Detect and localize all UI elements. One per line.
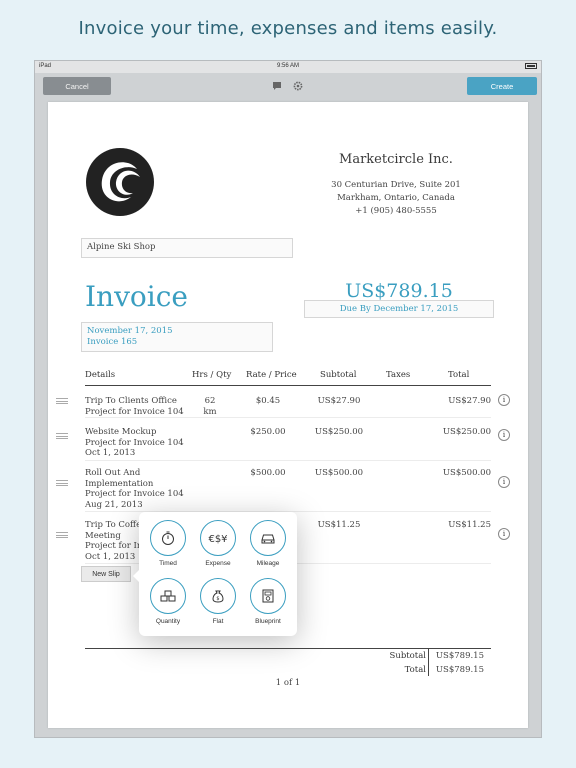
- client-field[interactable]: Alpine Ski Shop: [81, 238, 293, 258]
- money-bag-icon: $: [212, 590, 224, 603]
- slip-option-quantity[interactable]: Quantity: [145, 578, 191, 625]
- currency-icon: €$¥: [208, 534, 227, 545]
- invoice-date-field[interactable]: November 17, 2015 Invoice 165: [81, 322, 273, 352]
- row-rate: $250.00: [250, 427, 286, 437]
- page-number: 1 of 1: [275, 678, 301, 688]
- toolbar: Cancel Create: [35, 73, 541, 101]
- col-total: Total: [448, 370, 470, 380]
- subtotal-label: Subtotal: [389, 651, 426, 661]
- status-time: 9:56 AM: [276, 63, 299, 69]
- company-phone: +1 (905) 480-5555: [355, 206, 437, 216]
- row-title: Trip To Clients Office: [85, 396, 177, 406]
- row-line: Project for Invoice 104: [85, 406, 184, 417]
- battery-icon: [525, 63, 537, 69]
- comment-icon[interactable]: [272, 81, 282, 91]
- company-address-line2: Markham, Ontario, Canada: [337, 193, 455, 203]
- cancel-button[interactable]: Cancel: [43, 77, 111, 95]
- total-value: US$789.15: [435, 665, 484, 675]
- col-subtotal: Subtotal: [320, 370, 357, 380]
- row-rate: $500.00: [250, 468, 286, 478]
- info-icon[interactable]: i: [498, 394, 510, 406]
- boxes-icon: [160, 590, 176, 602]
- row-qty: 62 km: [203, 396, 217, 417]
- col-rate-price: Rate / Price: [246, 370, 297, 380]
- row-subtotal: US$500.00: [314, 468, 364, 478]
- subtotal-value: US$789.15: [435, 651, 484, 661]
- info-icon[interactable]: i: [498, 528, 510, 540]
- slip-option-blueprint[interactable]: Blueprint: [245, 578, 291, 625]
- company-logo-icon: [86, 148, 154, 216]
- company-block: Marketcircle Inc. 30 Centurian Drive, Su…: [296, 152, 496, 218]
- row-title: Website Mockup: [85, 427, 157, 437]
- create-button[interactable]: Create: [467, 77, 537, 95]
- svg-text:$: $: [216, 596, 219, 602]
- row-total: US$11.25: [448, 520, 491, 530]
- invoice-number: Invoice 165: [87, 337, 138, 347]
- row-subtotal: US$250.00: [314, 427, 364, 437]
- drag-handle-icon[interactable]: [56, 433, 68, 439]
- row-line: Project for Invoice 104: [85, 489, 184, 499]
- company-address-line1: 30 Centurian Drive, Suite 201: [331, 180, 461, 190]
- car-icon: [261, 534, 275, 544]
- table-row[interactable]: Website Mockup Project for Invoice 104 Oct…: [85, 427, 491, 461]
- slip-option-label: Mileage: [256, 560, 280, 567]
- row-rate: $0.45: [255, 396, 281, 406]
- header-divider: [85, 385, 491, 386]
- row-title: Roll Out And: [85, 468, 141, 478]
- invoice-date: November 17, 2015: [87, 326, 173, 336]
- drag-handle-icon[interactable]: [56, 532, 68, 538]
- row-subtotal: US$27.90: [317, 396, 361, 406]
- slip-option-expense[interactable]: €$¥ Expense: [195, 520, 241, 567]
- slip-option-label: Blueprint: [255, 618, 281, 625]
- stopwatch-icon: [162, 531, 174, 545]
- row-total: US$250.00: [442, 427, 491, 437]
- slip-option-label: Expense: [205, 560, 231, 567]
- col-details: Details: [85, 370, 116, 380]
- due-date-field[interactable]: Due By December 17, 2015: [304, 300, 494, 318]
- company-name: Marketcircle Inc.: [339, 152, 453, 167]
- slip-type-popover: Timed €$¥ Expense Mileage Quantity $ Fla…: [133, 512, 297, 636]
- slip-option-label: Quantity: [155, 618, 181, 625]
- slip-option-label: Timed: [159, 560, 177, 567]
- summary-divider: [85, 648, 491, 649]
- invoice-page: Marketcircle Inc. 30 Centurian Drive, Su…: [48, 102, 528, 728]
- col-taxes: Taxes: [386, 370, 411, 380]
- row-line: Aug 21, 2013: [85, 499, 143, 510]
- slip-option-label: Flat: [212, 618, 224, 625]
- table-row[interactable]: Trip To Clients Office Project for Invoic…: [85, 396, 491, 418]
- gear-icon[interactable]: [293, 81, 303, 91]
- info-icon[interactable]: i: [498, 429, 510, 441]
- col-hrs-qty: Hrs / Qty: [192, 370, 232, 380]
- slip-option-mileage[interactable]: Mileage: [245, 520, 291, 567]
- invoice-total: US$789.15: [345, 280, 453, 302]
- table-row[interactable]: Roll Out And Implementation Project for In…: [85, 468, 491, 512]
- drag-handle-icon[interactable]: [56, 398, 68, 404]
- drag-handle-icon[interactable]: [56, 480, 68, 486]
- new-slip-button[interactable]: New Slip: [81, 566, 131, 582]
- blueprint-icon: [262, 589, 274, 603]
- status-bar: iPad 9:56 AM: [35, 61, 541, 73]
- row-line: Implementation: [85, 478, 154, 489]
- total-label: Total: [404, 665, 426, 675]
- info-icon[interactable]: i: [498, 476, 510, 488]
- headline: Invoice your time, expenses and items ea…: [78, 18, 498, 39]
- svg-text:€$¥: €$¥: [208, 534, 227, 545]
- row-line: Project for Invoice 104: [85, 437, 184, 448]
- row-line: Oct 1, 2013: [85, 448, 136, 458]
- row-total: US$500.00: [442, 468, 491, 478]
- row-subtotal: US$11.25: [317, 520, 361, 530]
- row-total: US$27.90: [448, 396, 491, 406]
- slip-option-timed[interactable]: Timed: [145, 520, 191, 567]
- invoice-title: Invoice: [85, 280, 188, 313]
- slip-option-flat[interactable]: $ Flat: [195, 578, 241, 625]
